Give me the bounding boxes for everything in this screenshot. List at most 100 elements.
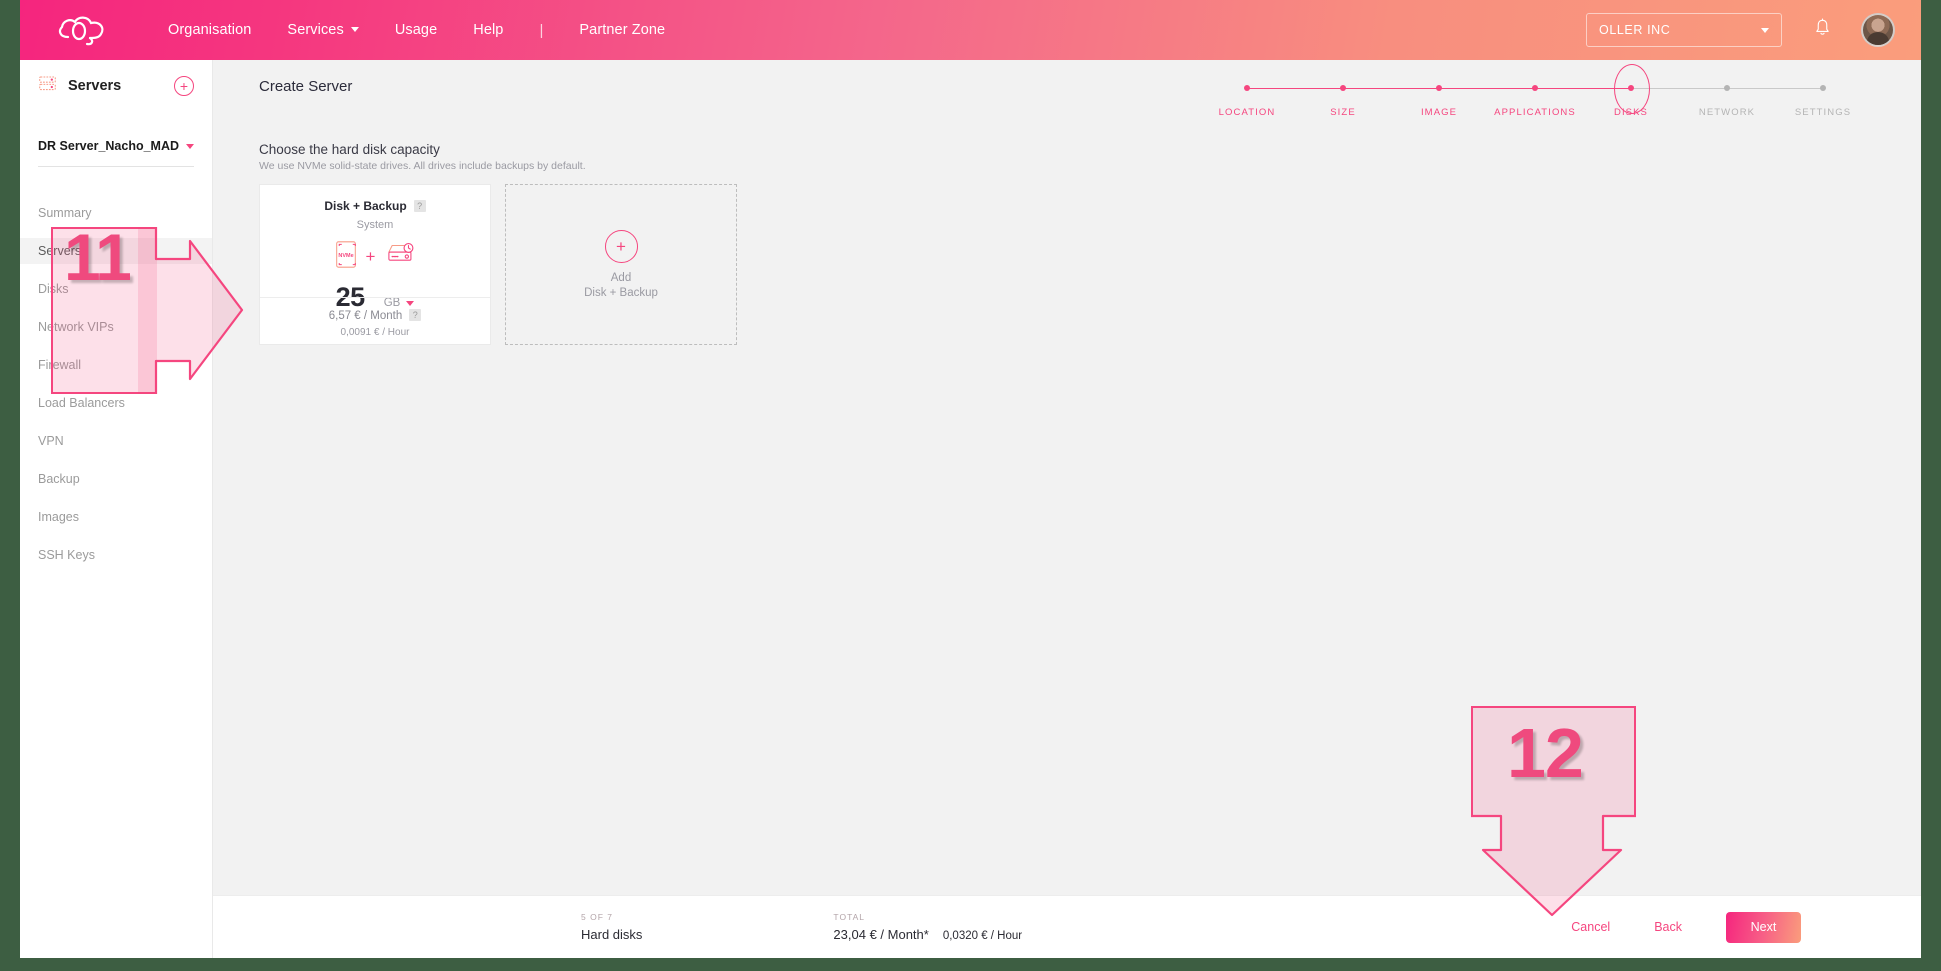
disk-card-price: 6,57 € / Month? 0,0091 € / Hour (260, 297, 490, 344)
backup-drive-icon (384, 242, 415, 272)
sidebar-item-label: SSH Keys (38, 548, 95, 562)
notification-bell-icon[interactable] (1814, 18, 1831, 42)
sidebar-item-servers[interactable]: Servers (20, 238, 212, 264)
stepper-step-disks[interactable]: DISKS (1583, 64, 1679, 118)
stepper-dot (1724, 85, 1730, 91)
sidebar-item-label: Network VIPs (38, 320, 114, 334)
server-selector[interactable]: DR Server_Nacho_MAD (38, 139, 194, 167)
nav-item-organisation[interactable]: Organisation (168, 22, 251, 38)
page-title: Create Server (259, 78, 353, 95)
stepper-dot (1532, 85, 1538, 91)
nav-item-services-label: Services (287, 22, 344, 38)
sidebar-item-backup[interactable]: Backup (20, 466, 212, 492)
server-selector-value: DR Server_Nacho_MAD (38, 139, 180, 153)
organisation-selector-value: OLLER INC (1599, 23, 1671, 37)
sidebar-item-summary[interactable]: Summary (20, 200, 212, 226)
disk-card-header: Disk + Backup? System (260, 185, 490, 231)
footer-step-value: Hard disks (581, 927, 643, 942)
stepper-label: LOCATION (1218, 107, 1276, 118)
sidebar-item-label: Servers (38, 244, 82, 258)
stepper-label: NETWORK (1698, 107, 1756, 118)
stepper-label: SIZE (1330, 107, 1356, 118)
footer-total-row: 23,04 € / Month* 0,0320 € / Hour (833, 927, 1022, 942)
stepper-label: APPLICATIONS (1494, 107, 1576, 118)
plus-sign: + (365, 247, 376, 266)
stepper-dot (1614, 64, 1650, 114)
footer-total-hour: 0,0320 € / Hour (942, 930, 1023, 942)
stepper-dot (1436, 85, 1442, 91)
footer-step-caption: 5 OF 7 (581, 912, 613, 922)
footer-actions: Cancel Back Next (1571, 911, 1801, 943)
nav-item-services[interactable]: Services (287, 22, 359, 38)
sidebar-item-label: VPN (38, 434, 64, 448)
chevron-down-icon (186, 143, 194, 149)
add-disk-label-line1: Add (610, 272, 632, 284)
help-icon[interactable]: ? (409, 309, 422, 321)
nav-item-organisation-label: Organisation (168, 22, 252, 38)
cancel-button[interactable]: Cancel (1571, 920, 1610, 934)
sidebar-header: Servers + (20, 60, 212, 98)
nav-right-group: OLLER INC (1586, 13, 1895, 47)
nvme-disk-icon: NVMe (335, 240, 357, 274)
sidebar-item-ssh-keys[interactable]: SSH Keys (20, 542, 212, 568)
sidebar-menu: Summary Servers Disks Network VIPs Firew… (20, 200, 212, 568)
nav-item-partner-zone-label: Partner Zone (579, 22, 666, 38)
sidebar-item-label: Firewall (38, 358, 82, 372)
stepper-step-location[interactable]: LOCATION (1199, 78, 1295, 118)
main-content: Create Server LOCATION SIZE IMAGE APPLIC… (213, 60, 1921, 895)
stepper-step-network[interactable]: NETWORK (1679, 78, 1775, 118)
top-navigation-bar: Organisation Services Usage Help | Partn… (20, 0, 1921, 60)
user-avatar[interactable] (1861, 13, 1895, 47)
section-title: Choose the hard disk capacity (259, 142, 440, 157)
sidebar-item-label: Load Balancers (38, 396, 125, 410)
sidebar-item-label: Disks (38, 282, 69, 296)
stepper-step-size[interactable]: SIZE (1295, 78, 1391, 118)
sidebar-item-images[interactable]: Images (20, 504, 212, 530)
nav-item-usage[interactable]: Usage (395, 22, 437, 38)
footer-total-info: TOTAL 23,04 € / Month* 0,0320 € / Hour (833, 912, 1022, 942)
add-disk-label-line2: Disk + Backup (584, 287, 658, 299)
back-button[interactable]: Back (1654, 920, 1682, 934)
add-disk-card[interactable]: + Add Disk + Backup (505, 184, 737, 345)
chevron-down-icon (350, 27, 359, 32)
disk-price-hour: 0,0091 € / Hour (340, 327, 410, 338)
organisation-selector[interactable]: OLLER INC (1586, 13, 1782, 47)
footer-total-caption: TOTAL (833, 912, 866, 922)
plus-icon[interactable]: + (604, 230, 638, 263)
sidebar-item-vpn[interactable]: VPN (20, 428, 212, 454)
sidebar-item-label: Images (38, 510, 79, 524)
stepper-step-image[interactable]: IMAGE (1391, 78, 1487, 118)
stepper-dot (1340, 85, 1346, 91)
nav-item-help-label: Help (473, 22, 504, 38)
disk-price-month: 6,57 € / Month (328, 310, 403, 322)
nav-item-usage-label: Usage (394, 22, 438, 38)
next-button[interactable]: Next (1726, 911, 1801, 943)
sidebar-item-network-vips[interactable]: Network VIPs (20, 314, 212, 340)
disk-card-subtitle: System (356, 219, 394, 231)
svg-text:NVMe: NVMe (338, 253, 353, 259)
chevron-down-icon (1761, 27, 1769, 33)
sidebar-item-firewall[interactable]: Firewall (20, 352, 212, 378)
cloud-logo-icon[interactable] (56, 13, 110, 47)
sidebar-item-disks[interactable]: Disks (20, 276, 212, 302)
sidebar-item-label: Summary (38, 206, 92, 220)
footer-step-info: 5 OF 7 Hard disks (581, 912, 642, 942)
sidebar: Servers + DR Server_Nacho_MAD Summary Se… (20, 60, 213, 958)
stepper-step-applications[interactable]: APPLICATIONS (1487, 78, 1583, 118)
help-icon[interactable]: ? (413, 200, 426, 212)
stepper-dot (1820, 85, 1826, 91)
stepper-step-settings[interactable]: SETTINGS (1775, 78, 1871, 118)
nav-separator: | (539, 21, 544, 39)
stepper-dot (1244, 85, 1250, 91)
nav-item-help[interactable]: Help (473, 22, 503, 38)
footer-total-month: 23,04 € / Month* (833, 927, 929, 942)
wizard-footer: 5 OF 7 Hard disks TOTAL 23,04 € / Month*… (213, 895, 1921, 958)
sidebar-title: Servers (68, 78, 122, 94)
section-subtitle: We use NVMe solid-state drives. All driv… (259, 160, 586, 172)
add-server-button[interactable]: + (174, 76, 194, 96)
disk-card-icons: NVMe + (260, 240, 490, 274)
nav-item-partner-zone[interactable]: Partner Zone (579, 22, 665, 38)
sidebar-item-load-balancers[interactable]: Load Balancers (20, 390, 212, 416)
disk-card[interactable]: Disk + Backup? System NVMe + 25 GB 6,57 … (259, 184, 491, 345)
stepper-label: SETTINGS (1794, 107, 1852, 118)
